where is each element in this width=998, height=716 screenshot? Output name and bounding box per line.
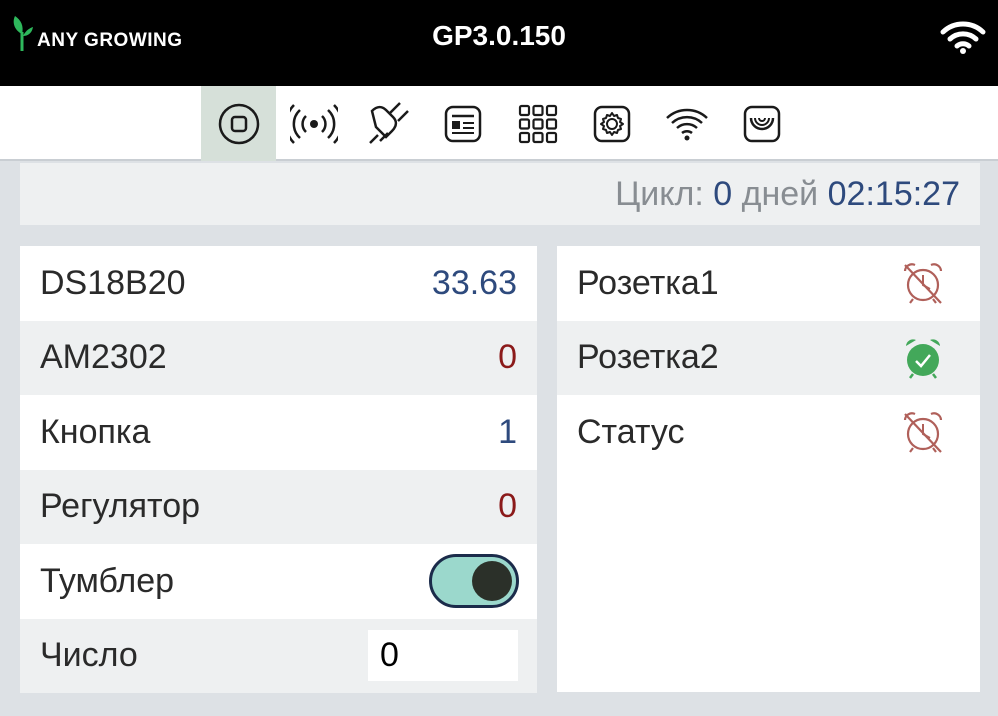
sensor-row: AM2302 0 — [20, 320, 537, 395]
outlet-row: Розетка2 — [557, 320, 980, 395]
cycle-time: 02:15:27 — [827, 175, 960, 213]
toggle-knob — [472, 561, 512, 602]
sensor-value: 0 — [498, 338, 517, 377]
number-input[interactable] — [368, 630, 518, 682]
sensor-row: Регулятор 0 — [20, 469, 537, 544]
sensor-panel: DS18B20 33.63 AM2302 0 Кнопка 1 Регулято… — [20, 246, 537, 693]
sensor-row: Тумблер — [20, 544, 537, 619]
wifi-icon — [940, 20, 986, 59]
outlet-name: Розетка2 — [577, 338, 719, 377]
sensor-name: Тумблер — [40, 561, 175, 600]
nav-sensors-button[interactable] — [276, 86, 351, 161]
nav-power-button[interactable] — [351, 86, 426, 161]
gear-icon — [593, 105, 630, 142]
cycle-days-label: дней — [741, 175, 819, 213]
sensor-value: 0 — [498, 487, 517, 526]
alarm-off-icon[interactable] — [900, 260, 946, 306]
sensor-value: 33.63 — [431, 263, 517, 302]
sensor-row: Число — [20, 618, 537, 693]
panel-icon — [444, 105, 481, 142]
sensor-name: AM2302 — [40, 338, 167, 377]
sensor-row: DS18B20 33.63 — [20, 246, 537, 321]
logo-text: ANY GROWING — [37, 30, 183, 51]
sensor-name: Регулятор — [40, 487, 201, 526]
cycle-status: Цикл: 0 дней 02:15:27 — [20, 163, 980, 225]
outlet-name: Розетка1 — [577, 263, 719, 302]
outlet-row: Розетка1 — [557, 246, 980, 321]
sensor-name: Кнопка — [40, 412, 151, 451]
sensor-name: Число — [40, 636, 138, 675]
lens-icon — [743, 105, 780, 142]
toggle-switch[interactable] — [429, 554, 519, 609]
logo: ANY GROWING — [12, 12, 183, 52]
nav-camera-button[interactable] — [724, 86, 799, 161]
nav-bar — [0, 86, 998, 161]
plug-icon — [368, 101, 409, 144]
sensor-row: Кнопка 1 — [20, 395, 537, 470]
wifi-icon — [665, 108, 708, 140]
alarm-off-icon[interactable] — [900, 409, 946, 455]
sensor-value: 1 — [498, 412, 517, 451]
broadcast-icon — [289, 103, 338, 144]
cycle-days-value: 0 — [713, 175, 733, 213]
nav-grid-button[interactable] — [500, 86, 575, 161]
nav-home-button[interactable] — [201, 86, 276, 161]
alarm-check-icon[interactable] — [900, 335, 946, 381]
nav-wifi-button[interactable] — [649, 86, 724, 161]
cycle-label: Цикл: — [615, 175, 704, 213]
outlet-name: Статус — [577, 412, 685, 451]
nav-settings-button[interactable] — [574, 86, 649, 161]
sensor-name: DS18B20 — [40, 263, 186, 302]
grid-icon — [518, 104, 557, 143]
home-icon — [218, 103, 259, 144]
top-bar: ANY GROWING GP3.0.150 — [0, 0, 998, 86]
leaf-icon — [13, 16, 33, 51]
outlet-panel: Розетка1 Розетка2 Статус — [557, 246, 980, 692]
nav-display-button[interactable] — [425, 86, 500, 161]
outlet-row: Статус — [557, 395, 980, 470]
